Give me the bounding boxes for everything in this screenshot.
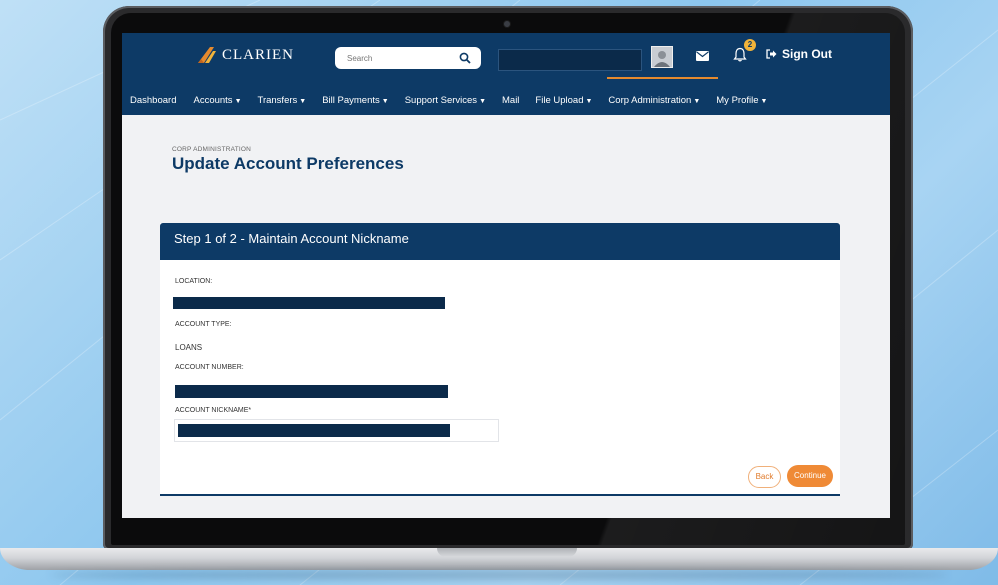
webcam	[504, 21, 510, 27]
step-header: Step 1 of 2 - Maintain Account Nickname	[160, 223, 840, 260]
search-box[interactable]	[335, 47, 481, 69]
caret-down-icon: ▼	[479, 97, 486, 105]
caret-down-icon: ▼	[299, 97, 307, 105]
sign-out-icon	[766, 49, 777, 59]
search-icon[interactable]	[459, 52, 471, 64]
redacted-location-value	[173, 297, 445, 309]
redacted-account-number	[175, 385, 448, 398]
redacted-nickname-value	[178, 424, 450, 437]
user-avatar-icon	[652, 47, 672, 67]
caret-down-icon: ▼	[585, 97, 593, 105]
caret-down-icon: ▼	[381, 97, 389, 105]
clarien-logo-mark-icon	[198, 47, 216, 63]
page-title: Update Account Preferences	[172, 154, 404, 173]
caret-down-icon: ▼	[693, 97, 701, 105]
avatar[interactable]	[651, 46, 673, 68]
search-input[interactable]	[345, 52, 439, 64]
nav-mail[interactable]: Mail	[502, 95, 519, 106]
nav-bill-payments[interactable]: Bill Payments ▼	[322, 95, 389, 106]
account-type-value: LOANS	[175, 343, 203, 352]
form-card: Step 1 of 2 - Maintain Account Nickname …	[160, 223, 840, 494]
main-nav: Dashboard Accounts ▼ Transfers ▼ Bill Paym…	[122, 91, 767, 109]
nav-file-upload[interactable]: File Upload ▼	[535, 95, 592, 106]
nav-accounts[interactable]: Accounts ▼	[193, 95, 241, 106]
caret-down-icon: ▼	[234, 97, 242, 105]
mail-icon[interactable]	[696, 51, 709, 61]
sign-out-button[interactable]: Sign Out	[766, 47, 832, 61]
laptop-shadow	[50, 570, 948, 580]
top-header: CLARIEN 2	[122, 33, 890, 115]
nav-support-services[interactable]: Support Services ▼	[405, 95, 486, 106]
nav-my-profile[interactable]: My Profile ▼	[716, 95, 767, 106]
continue-button[interactable]: Continue	[787, 465, 833, 487]
account-nickname-label: ACCOUNT NICKNAME*	[175, 407, 252, 414]
location-label: LOCATION:	[175, 278, 213, 285]
laptop-notch	[437, 548, 577, 557]
card-bottom-border	[160, 494, 840, 496]
redacted-company-selector[interactable]	[498, 49, 642, 71]
nav-corp-administration[interactable]: Corp Administration ▼	[608, 95, 700, 106]
account-number-label: ACCOUNT NUMBER:	[175, 364, 244, 371]
sign-out-label: Sign Out	[782, 47, 832, 61]
back-button[interactable]: Back	[748, 466, 781, 488]
active-nav-indicator	[607, 77, 718, 79]
brand-name: CLARIEN	[222, 46, 294, 63]
nav-transfers[interactable]: Transfers ▼	[258, 95, 307, 106]
nav-dashboard[interactable]: Dashboard	[130, 95, 176, 106]
app-screen: CLARIEN 2	[122, 33, 890, 518]
notification-badge: 2	[744, 39, 756, 51]
caret-down-icon: ▼	[760, 97, 768, 105]
account-type-label: ACCOUNT TYPE:	[175, 321, 232, 328]
breadcrumb: CORP ADMINISTRATION	[172, 146, 252, 153]
clarien-logo[interactable]: CLARIEN	[196, 45, 294, 65]
